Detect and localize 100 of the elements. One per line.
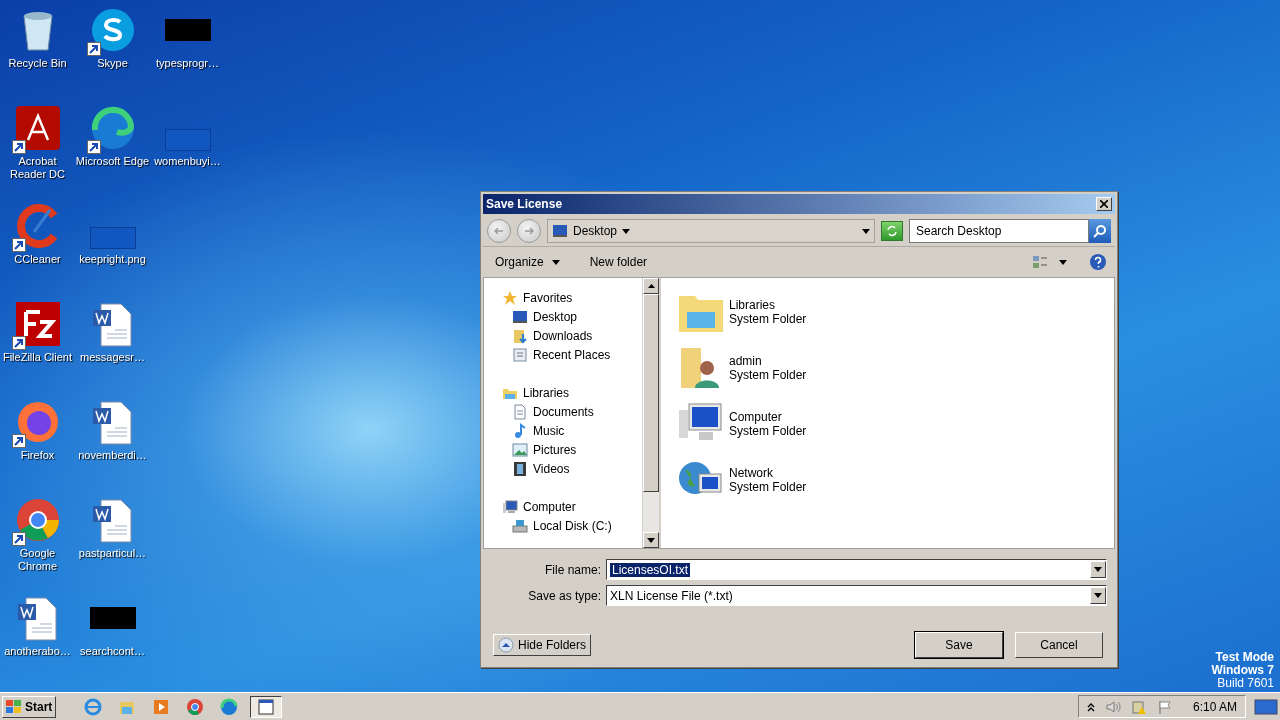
window-title: Save License: [486, 197, 563, 211]
internet-explorer-icon: [84, 697, 103, 716]
chrome-icon: [186, 697, 205, 716]
filezilla-icon: [13, 300, 62, 348]
nav-item[interactable]: Documents: [502, 402, 642, 421]
nav-item[interactable]: Recent Places: [502, 345, 642, 364]
collapse-icon: [498, 637, 514, 653]
desktop-icon[interactable]: CCleaner: [0, 202, 75, 300]
caret-icon: [622, 228, 631, 234]
desktop-icon-label: anotherabo…: [3, 645, 72, 658]
thumbnail-icon: [89, 227, 136, 249]
media-player-icon: [152, 697, 171, 716]
chevron-up-icon[interactable]: [1086, 701, 1095, 712]
nav-item[interactable]: Downloads: [502, 326, 642, 345]
test-mode-text: Test Mode: [1215, 651, 1274, 664]
close-icon: [1100, 200, 1108, 208]
folder-type: System Folder: [729, 424, 807, 438]
desktop-icon[interactable]: Google Chrome: [0, 496, 75, 594]
nav-item[interactable]: Computer: [502, 497, 642, 516]
down-arrow-icon: [647, 537, 655, 543]
scroll-down-button[interactable]: [643, 532, 659, 548]
nav-item[interactable]: Libraries: [502, 383, 642, 402]
desktop-icon[interactable]: FileZilla Client: [0, 300, 75, 398]
clock[interactable]: 6:10 AM: [1192, 699, 1237, 714]
save-type-select[interactable]: XLN License File (*.txt): [606, 585, 1107, 606]
caret-icon: [1094, 567, 1102, 572]
dropdown-button[interactable]: [1090, 561, 1106, 578]
desktop-icon[interactable]: Skype: [75, 6, 150, 104]
dialog-button[interactable]: Cancel: [1015, 632, 1103, 658]
nav-item[interactable]: Pictures: [502, 440, 642, 459]
nav-item[interactable]: Local Disk (C:): [502, 516, 642, 535]
flag-icon[interactable]: [1156, 698, 1173, 715]
scroll-up-button[interactable]: [643, 278, 659, 294]
nav-label: Documents: [533, 404, 594, 419]
toolbar-button[interactable]: New folder: [585, 253, 652, 271]
desktop-icon[interactable]: Recycle Bin: [0, 6, 75, 104]
nav-item[interactable]: Music: [502, 421, 642, 440]
desktop-icon[interactable]: anotherabo…: [0, 594, 75, 692]
document-icon: [512, 403, 528, 420]
desktop-icon-label: womenbuyi…: [153, 155, 222, 168]
taskbar-button[interactable]: [250, 695, 283, 718]
folder-name: Computer: [729, 410, 783, 424]
windows-logo-icon: [6, 699, 22, 714]
desktop-icon[interactable]: pastparticul…: [75, 496, 150, 594]
folder-item[interactable]: Libraries System Folder: [677, 284, 1114, 340]
nav-label: Videos: [533, 461, 570, 476]
toolbar-button[interactable]: Organize: [491, 253, 564, 271]
hide-folders-button[interactable]: Hide Folders: [493, 634, 592, 656]
window-icon: [257, 697, 276, 716]
folder-item[interactable]: admin System Folder: [677, 340, 1114, 396]
desktop-icon[interactable]: Microsoft Edge: [75, 104, 150, 202]
thumbnail-icon: [89, 607, 136, 629]
downloads-icon: [512, 327, 528, 344]
acrobat-icon: [13, 104, 62, 152]
nav-item[interactable]: Favorites: [502, 288, 642, 307]
folder-item[interactable]: Network System Folder: [677, 452, 1114, 508]
file-name-label: File name:: [543, 562, 601, 577]
refresh-button[interactable]: [881, 221, 903, 241]
dropdown-icon: [862, 228, 870, 234]
close-button[interactable]: [1096, 197, 1112, 211]
address-text: Desktop: [573, 224, 618, 238]
folder-name: Network: [729, 466, 774, 480]
desktop-icon: [512, 308, 528, 325]
pictures-icon: [512, 441, 528, 458]
folder-item[interactable]: Computer System Folder: [677, 396, 1114, 452]
address-bar[interactable]: Desktop: [547, 219, 875, 243]
nav-label: Favorites: [523, 290, 573, 305]
nav-label: Pictures: [533, 442, 577, 457]
desktop-icon[interactable]: Acrobat Reader DC: [0, 104, 75, 202]
desktop-icon-label: Microsoft Edge: [75, 155, 150, 168]
desktop-icon[interactable]: novemberdi…: [75, 398, 150, 496]
nav-label: Local Disk (C:): [533, 518, 612, 533]
scrollbar[interactable]: [642, 278, 659, 548]
search-icon: [1093, 224, 1107, 238]
computer-icon: [502, 498, 518, 515]
nav-item[interactable]: Videos: [502, 459, 642, 478]
desktop-icon-label: typesprogr…: [155, 57, 220, 70]
view-options-icon[interactable]: [1033, 255, 1067, 269]
desktop-icon[interactable]: messagesr…: [75, 300, 150, 398]
desktop-icon[interactable]: keepright.png: [75, 202, 150, 300]
save-type-label: Save as type:: [527, 588, 601, 603]
nav-label: Libraries: [523, 385, 570, 400]
desktop-icon[interactable]: womenbuyi…: [150, 104, 225, 202]
dialog-button[interactable]: Save: [915, 632, 1003, 658]
dropdown-button[interactable]: [1090, 587, 1106, 604]
search-button[interactable]: [1089, 219, 1111, 243]
start-button[interactable]: Start: [2, 695, 57, 718]
scroll-thumb[interactable]: [643, 294, 659, 492]
desktop-icon-label: messagesr…: [79, 351, 146, 364]
nav-label: Desktop: [533, 309, 578, 324]
search-field[interactable]: Search Desktop: [909, 219, 1089, 243]
desktop-icon[interactable]: Firefox: [0, 398, 75, 496]
file-name-field[interactable]: LicensesOI.txt: [606, 559, 1107, 580]
nav-item[interactable]: Desktop: [502, 307, 642, 326]
desktop-icon[interactable]: typesprogr…: [150, 6, 225, 104]
show-desktop-icon[interactable]: [1254, 697, 1278, 716]
desktop-icon[interactable]: searchcont…: [75, 594, 150, 692]
desktop-icon-label: Skype: [96, 57, 129, 70]
folder-type: System Folder: [729, 368, 807, 382]
help-icon[interactable]: [1089, 253, 1107, 271]
